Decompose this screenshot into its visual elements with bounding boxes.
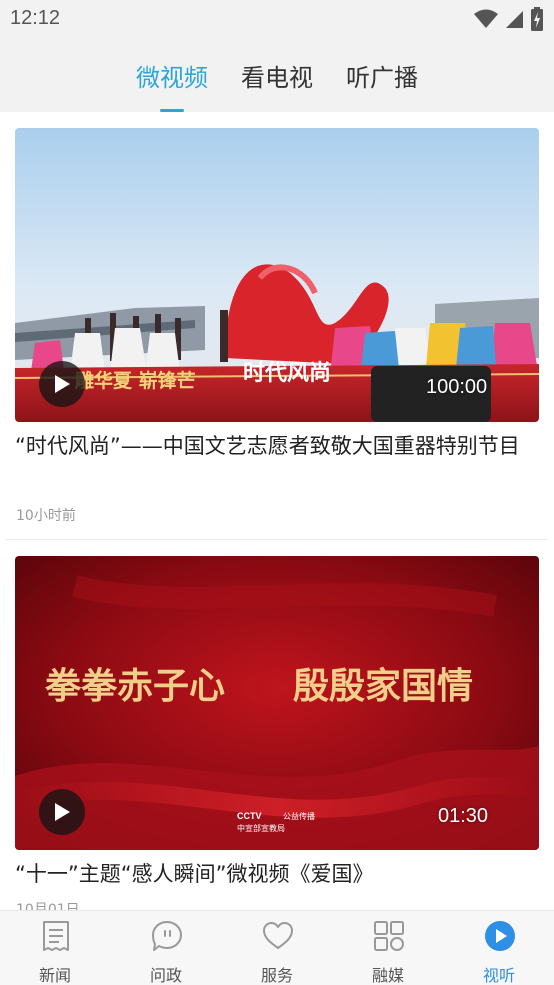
nav-item-media[interactable]: 融媒 [333,911,443,985]
video-duration: 01:30 [438,805,489,827]
divider [6,539,548,540]
status-icons [474,6,544,32]
nav-label: 问政 [149,966,182,985]
thumb-department-label: 中宣部宣教局 [237,823,285,833]
tab-watch-tv[interactable]: 看电视 [241,58,313,93]
thumb-banner-text-2: 时代风尚 [243,361,331,386]
video-list[interactable]: 雕华夏 崭锋芒 时代风尚 100:00 “时代风尚”——中国文艺志愿者致敬大国重… [0,112,554,910]
thumb-public-service-label: 公益传播 [283,811,315,821]
video-title[interactable]: “时代风尚”——中国文艺志愿者致敬大国重器特别节目 [15,429,539,463]
newspaper-icon [43,921,69,951]
tab-micro-video[interactable]: 微视频 [136,58,208,93]
battery-icon [531,7,543,31]
nav-label: 新闻 [38,966,71,985]
status-bar: 12:12 [0,0,554,40]
thumb-calligraphy-right: 殷殷家国情 [293,665,473,707]
video-time: 10月01日 [16,902,80,910]
status-time: 12:12 [10,7,61,29]
wifi-icon [474,9,498,28]
nav-label: 融媒 [371,966,404,985]
bottom-navigation: 新闻 问政 服务 融媒 视听 [0,910,554,985]
nav-item-news[interactable]: 新闻 [0,911,110,985]
play-circle-icon [485,921,515,951]
video-time: 10小时前 [16,508,76,524]
heart-icon [263,922,293,949]
video-thumbnail[interactable]: 雕华夏 崭锋芒 时代风尚 100:00 [15,128,539,422]
nav-item-services[interactable]: 服务 [222,911,332,985]
video-thumbnail[interactable]: 拳拳赤子心 殷殷家国情 CCTV 公益传播 中宣部宣教局 01:30 [15,556,539,850]
nav-label: 视听 [482,966,515,985]
nav-label: 服务 [260,966,293,985]
grid-apps-icon [374,921,404,951]
play-icon [55,375,70,393]
nav-item-inquiry[interactable]: 问政 [111,911,221,985]
thumb-calligraphy-left: 拳拳赤子心 [44,665,225,707]
video-title[interactable]: “十一”主题“感人瞬间”微视频《爱国》 [15,857,539,891]
nav-item-audio-video[interactable]: 视听 [444,911,554,985]
signal-icon [506,11,523,28]
top-tab-bar: 微视频 看电视 听广播 [0,40,554,112]
video-duration: 100:00 [426,376,488,398]
tab-listen-radio[interactable]: 听广播 [346,58,418,93]
play-icon [55,803,70,821]
play-button[interactable] [39,361,85,407]
play-button[interactable] [39,789,85,835]
thumb-cctv-logo: CCTV [237,811,262,821]
speech-bubble-icon [152,921,182,951]
thumb-banner-text-1: 雕华夏 崭锋芒 [75,369,196,392]
